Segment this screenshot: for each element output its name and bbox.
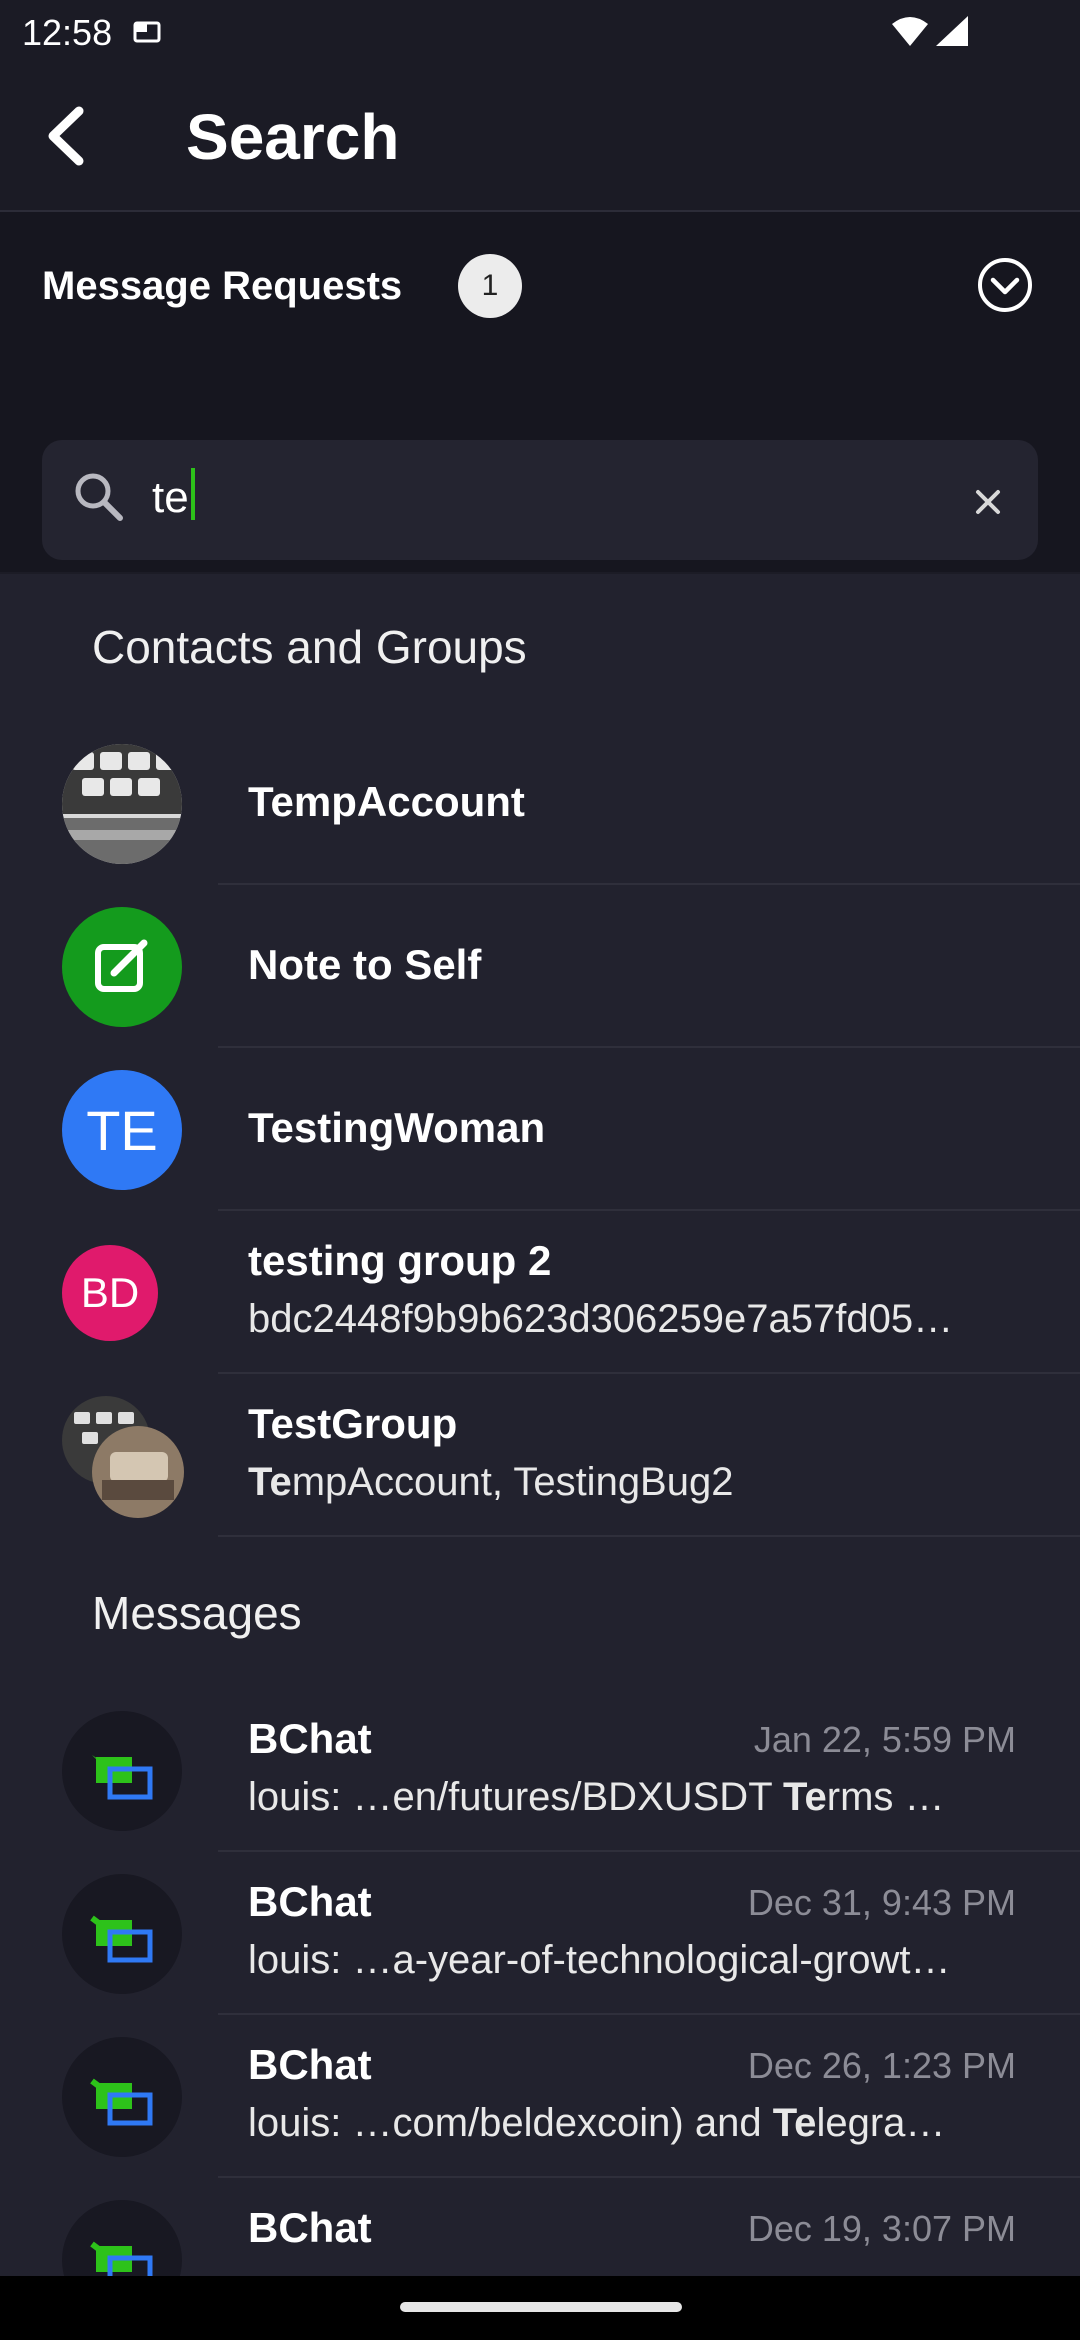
message-sender: BChat <box>248 2041 372 2088</box>
message-snippet: louis: …en/futures/BDXUSDT Terms … <box>248 1775 945 1819</box>
message-row[interactable]: BChat Dec 26, 1:23 PM louis: …com/beldex… <box>0 2015 1080 2178</box>
message-row[interactable]: BChat Dec 19, 3:07 PM <box>0 2178 1080 2276</box>
contact-name: testing group 2 <box>248 1237 552 1284</box>
avatar <box>62 744 182 864</box>
avatar-initials: BD <box>80 1269 140 1316</box>
group-avatar <box>62 1396 186 1520</box>
messages-header: Messages <box>92 1587 302 1639</box>
message-row[interactable]: BChat Jan 22, 5:59 PM louis: …en/futures… <box>0 1689 1080 1852</box>
contact-row-testingwoman[interactable]: TE TestingWoman <box>0 1048 1080 1211</box>
contact-row-tempaccount[interactable]: TempAccount <box>0 722 1080 885</box>
avatar <box>62 1874 182 1994</box>
back-button[interactable] <box>30 100 102 172</box>
contact-name: TempAccount <box>248 778 525 825</box>
wifi-icon <box>892 17 928 46</box>
search-results: Contacts and Groups TempAccount Note to … <box>0 574 1080 2276</box>
contact-name: Note to Self <box>248 941 482 988</box>
message-date: Dec 31, 9:43 PM <box>747 1882 1016 1923</box>
contact-name: TestingWoman <box>248 1104 546 1151</box>
contact-row-testgroup[interactable]: TestGroup TempAccount, TestingBug2 <box>0 1374 1080 1537</box>
message-snippet: louis: …com/beldexcoin) and Telegra… <box>248 2101 946 2145</box>
search-input[interactable]: te <box>152 468 195 523</box>
notification-icon <box>133 21 161 43</box>
message-date: Jan 22, 5:59 PM <box>753 1719 1016 1760</box>
avatar: BD <box>62 1245 158 1341</box>
avatar <box>62 1711 182 1831</box>
chevron-down-circle-icon[interactable] <box>976 256 1034 314</box>
message-snippet: louis: …a-year-of-technological-growt… <box>248 1938 951 1982</box>
keyboard-photo-icon <box>62 744 182 864</box>
contact-row-testing-group-2[interactable]: BD testing group 2 bdc2448f9b9b623d30625… <box>0 1211 1080 1374</box>
contact-row-note-to-self[interactable]: Note to Self <box>0 885 1080 1048</box>
bchat-logo-icon <box>90 1915 153 1963</box>
note-edit-icon <box>95 939 148 992</box>
message-requests-label: Message Requests <box>42 264 403 308</box>
group-photos-icon <box>62 1396 184 1518</box>
message-row[interactable]: BChat Dec 31, 9:43 PM louis: …a-year-of-… <box>0 1852 1080 2015</box>
message-date: Dec 19, 3:07 PM <box>747 2208 1016 2249</box>
app-bar: Search <box>0 68 1080 212</box>
contact-name: TestGroup <box>248 1400 458 1447</box>
message-date: Dec 26, 1:23 PM <box>747 2045 1016 2086</box>
bchat-logo-icon <box>90 2241 153 2276</box>
status-time: 12:58 <box>22 12 113 53</box>
avatar <box>62 2037 182 2157</box>
page-title: Search <box>186 101 400 173</box>
avatar: TE <box>62 1070 182 1190</box>
message-sender: BChat <box>248 1715 372 1762</box>
home-indicator[interactable] <box>400 2302 682 2312</box>
contacts-and-groups-header: Contacts and Groups <box>92 621 527 673</box>
divider <box>218 1535 1080 1537</box>
contact-subtitle: TempAccount, TestingBug2 <box>248 1460 734 1504</box>
contact-subtitle: bdc2448f9b9b623d306259e7a57fd05… <box>248 1297 954 1341</box>
avatar <box>62 907 182 1027</box>
message-sender: BChat <box>248 2204 372 2251</box>
status-bar: 12:58 <box>0 0 1080 68</box>
text-caret <box>190 468 195 520</box>
bchat-logo-icon <box>90 2078 153 2126</box>
avatar <box>62 2200 182 2276</box>
back-arrow-icon <box>48 106 84 166</box>
avatar-initials: TE <box>86 1098 158 1162</box>
search-bar[interactable]: te <box>42 440 1038 560</box>
search-icon <box>75 473 123 521</box>
message-requests-count-badge: 1 <box>458 254 522 318</box>
bchat-logo-icon <box>92 1755 153 1800</box>
clear-search-icon[interactable] <box>968 482 1008 522</box>
signal-icon <box>936 16 968 46</box>
message-sender: BChat <box>248 1878 372 1925</box>
